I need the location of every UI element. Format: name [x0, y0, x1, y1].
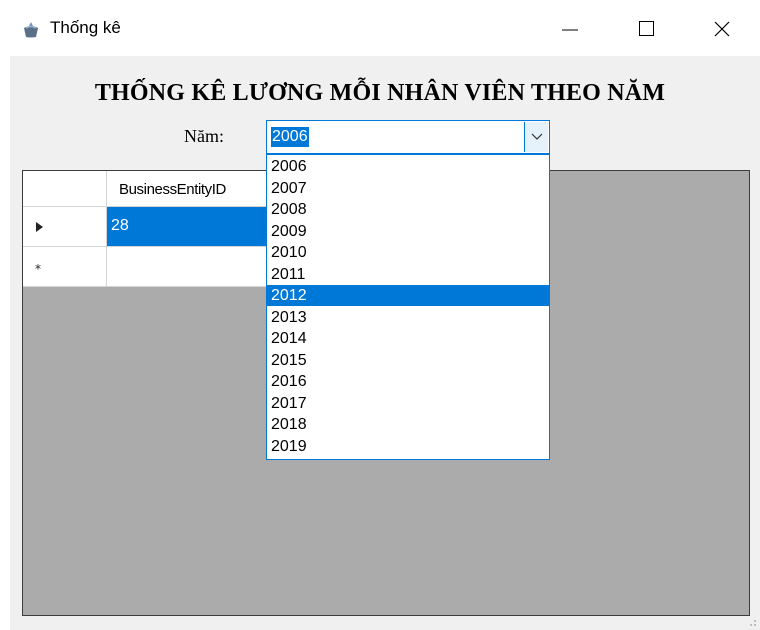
column-header-businessentityid[interactable]: BusinessEntityID	[107, 171, 277, 207]
window-title: Thống kê	[50, 18, 121, 37]
year-option[interactable]: 2018	[267, 414, 549, 435]
year-option[interactable]: 2008	[267, 199, 549, 220]
page-title: THỐNG KÊ LƯƠNG MỖI NHÂN VIÊN THEO NĂM	[94, 80, 666, 106]
new-row-asterisk-icon: *	[35, 263, 41, 273]
chevron-down-icon	[531, 133, 543, 140]
year-option[interactable]: 2016	[267, 371, 549, 392]
title-bar: Thống kê	[0, 0, 760, 56]
year-option[interactable]: 2013	[267, 307, 549, 328]
app-icon	[24, 22, 38, 38]
year-selected-value: 2006	[271, 127, 309, 147]
year-option[interactable]: 2017	[267, 393, 549, 414]
year-option[interactable]: 2009	[267, 221, 549, 242]
resize-grip-icon[interactable]	[746, 616, 758, 628]
year-dropdown-button[interactable]	[524, 122, 548, 152]
grid-cell-new-row[interactable]	[107, 247, 277, 287]
current-row-arrow-icon	[36, 222, 43, 232]
grid-corner-header[interactable]	[23, 171, 107, 207]
year-option[interactable]: 2019	[267, 436, 549, 457]
minimize-icon	[562, 29, 578, 31]
year-option[interactable]: 2014	[267, 328, 549, 349]
year-option[interactable]: 2006	[267, 156, 549, 177]
year-option[interactable]: 2015	[267, 350, 549, 371]
year-option[interactable]: 2011	[267, 264, 549, 285]
year-option[interactable]: 2012	[267, 285, 549, 306]
row-header-new[interactable]: *	[23, 247, 107, 287]
year-option[interactable]: 2007	[267, 178, 549, 199]
minimize-button[interactable]	[550, 12, 590, 46]
year-combobox[interactable]: 2006	[266, 120, 550, 154]
year-label: Năm:	[184, 126, 224, 146]
row-header-current[interactable]	[23, 207, 107, 247]
maximize-button[interactable]	[626, 12, 666, 46]
close-button[interactable]	[702, 12, 742, 46]
grid-cell-businessentityid[interactable]: 28	[107, 207, 277, 247]
maximize-icon	[639, 21, 654, 36]
year-option[interactable]: 2010	[267, 242, 549, 263]
year-dropdown-list[interactable]: 2006 2007 2008 2009 2010 2011 2012 2013 2014 2015…	[266, 154, 550, 460]
svg-text:*: *	[35, 263, 41, 273]
close-icon	[714, 21, 730, 37]
